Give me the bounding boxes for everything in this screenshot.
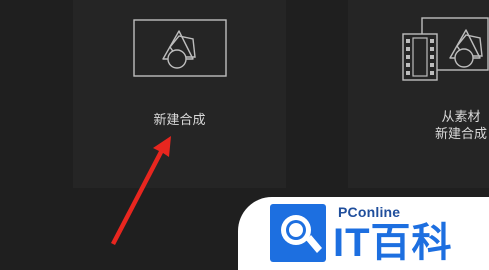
watermark-title: IT百科 xyxy=(333,221,453,265)
watermark: PConline IT百科 xyxy=(238,197,489,270)
search-magnifier-logo-icon xyxy=(270,204,326,262)
welcome-screen: 新建合成 从素材 新建合成 PConline IT百科 xyxy=(0,0,489,270)
